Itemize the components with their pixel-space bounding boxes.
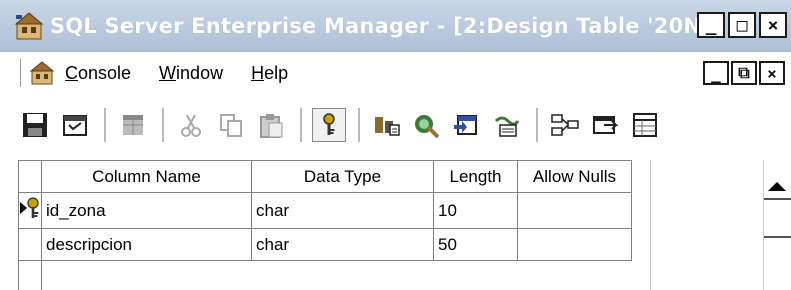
cell-allow-nulls[interactable] (517, 228, 632, 261)
menu-help[interactable]: Help (251, 63, 288, 84)
column-header-datatype[interactable]: Data Type (251, 160, 434, 193)
cell-column-name[interactable]: id_zona (41, 192, 252, 229)
toolbar-separator (104, 108, 106, 142)
column-header-name[interactable]: Column Name (41, 160, 252, 193)
menu-window[interactable]: Window (159, 63, 223, 84)
mdi-minimize-button[interactable]: _ (703, 61, 729, 85)
paste-icon[interactable] (254, 108, 288, 142)
row-selector[interactable] (18, 228, 42, 261)
column-header-allow-nulls[interactable]: Allow Nulls (517, 160, 632, 193)
cell-data-type[interactable]: char (251, 228, 434, 261)
manage-checks-icon[interactable] (588, 108, 622, 142)
toolbar (0, 96, 791, 154)
menu-console-accel: C (65, 62, 78, 83)
current-row-key-icon (20, 197, 39, 218)
menu-window-accel: W (159, 62, 177, 83)
primary-key-icon[interactable] (312, 108, 346, 142)
header-row: Column Name Data Type Length Allow Nulls (18, 160, 632, 193)
mdi-restore-button[interactable]: ⧉ (731, 61, 757, 85)
manage-constraints-icon[interactable] (410, 108, 444, 142)
toolbar-separator (162, 108, 164, 142)
table-row[interactable]: descripcion char 50 (18, 228, 632, 261)
table-design-grid: Column Name Data Type Length Allow Nulls (18, 160, 791, 290)
cell-length[interactable]: 50 (433, 228, 518, 261)
vertical-scrollbar[interactable] (763, 160, 791, 290)
close-button[interactable]: × (759, 12, 787, 38)
menu-console[interactable]: Console (65, 63, 131, 84)
columns-table: Column Name Data Type Length Allow Nulls (18, 160, 632, 290)
menu-console-label: onsole (78, 62, 132, 83)
console-app-icon[interactable] (29, 60, 55, 86)
insert-column-icon[interactable] (116, 108, 150, 142)
toolbar-separator (536, 108, 538, 142)
scroll-thumb[interactable] (764, 210, 791, 238)
menu-help-label: elp (264, 62, 289, 83)
empty-cell[interactable] (433, 260, 518, 290)
cell-column-name[interactable]: descripcion (41, 228, 252, 261)
row-selector[interactable] (18, 260, 42, 290)
empty-cell[interactable] (251, 260, 434, 290)
menu-bar: Console Window Help _ ⧉ × (0, 52, 791, 94)
empty-cell[interactable] (517, 260, 632, 290)
cell-data-type[interactable]: char (251, 192, 434, 229)
maximize-button[interactable]: □ (728, 12, 756, 38)
save-icon[interactable] (18, 108, 52, 142)
grid-empty-area (650, 160, 760, 290)
menu-grip[interactable] (20, 59, 23, 87)
minimize-button[interactable]: _ (697, 12, 725, 38)
manage-triggers-icon[interactable] (450, 108, 484, 142)
title-bar: SQL Server Enterprise Manager - [2:Desig… (0, 0, 791, 52)
menu-help-accel: H (251, 62, 265, 83)
empty-cell[interactable] (41, 260, 252, 290)
manage-relationships-icon[interactable] (490, 108, 524, 142)
toolbar-separator (358, 108, 360, 142)
enterprise-manager-icon (14, 11, 44, 41)
column-header-length[interactable]: Length (433, 160, 518, 193)
copy-icon[interactable] (214, 108, 248, 142)
cell-allow-nulls[interactable] (517, 192, 632, 229)
properties-icon[interactable] (58, 108, 92, 142)
table-row[interactable]: id_zona char 10 (18, 192, 632, 229)
corner-header[interactable] (18, 160, 42, 193)
window-title: SQL Server Enterprise Manager - [2:Desig… (50, 14, 726, 38)
manage-indexes-icon[interactable] (370, 108, 404, 142)
scroll-up-arrow-icon[interactable] (768, 182, 786, 191)
scrollbar-divider (764, 198, 791, 200)
menu-window-label: indow (176, 62, 224, 83)
view-icon[interactable] (628, 108, 662, 142)
table-row[interactable] (18, 260, 632, 290)
row-selector[interactable] (18, 192, 42, 229)
toolbar-separator (300, 108, 302, 142)
cell-length[interactable]: 10 (433, 192, 518, 229)
generate-script-icon[interactable] (548, 108, 582, 142)
cut-icon[interactable] (174, 108, 208, 142)
mdi-close-button[interactable]: × (759, 61, 785, 85)
